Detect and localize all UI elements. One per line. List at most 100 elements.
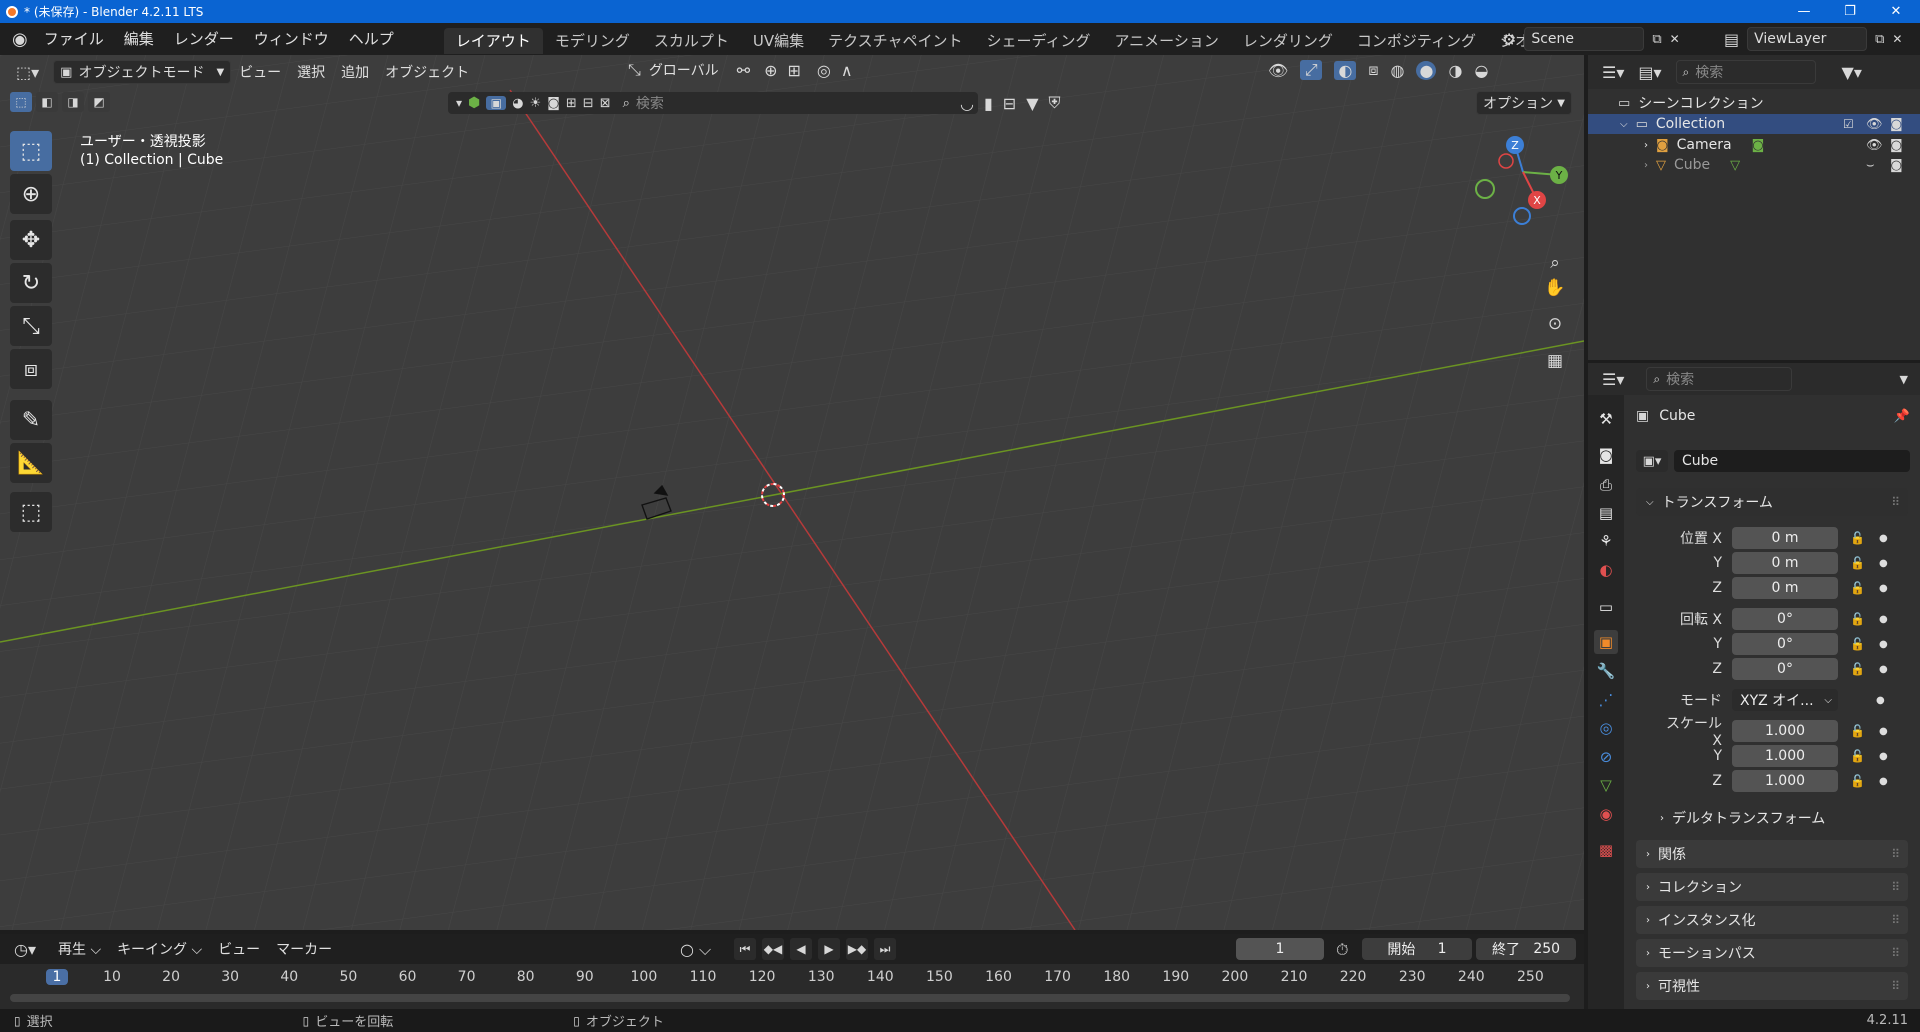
tab-shading[interactable]: シェーディング [975,28,1103,54]
particles-tab-icon[interactable]: ⋰ [1594,688,1618,712]
xray-toggle-icon[interactable]: ⧈ [1368,60,1378,80]
chevron-down-icon[interactable]: ▼ [1900,373,1908,386]
camera-render-icon[interactable]: ◙ [1890,117,1903,132]
data-tab-icon[interactable]: ▽ [1594,773,1618,797]
shield-icon[interactable]: ⛨ [1049,93,1061,113]
mesh-data-icon[interactable]: ▽ [1730,158,1740,173]
menu-object[interactable]: オブジェクト [377,62,477,82]
menu-add[interactable]: 追加 [333,62,377,82]
light-filter-icon[interactable]: ☀ [530,96,542,111]
tab-layout[interactable]: レイアウト [443,28,543,54]
chevron-down-icon[interactable]: ⌵ [1620,119,1628,130]
maximize-button[interactable]: ❐ [1827,0,1873,23]
lock-icon[interactable]: 🔓 [1850,612,1865,626]
keyframe-dot-icon[interactable]: ● [1879,726,1888,737]
menu-window[interactable]: ウィンドウ [244,23,339,55]
scene-collection-row[interactable]: ▭ シーンコレクション [1618,93,1764,113]
falloff-icon[interactable]: ∧ [841,61,853,80]
visibility-icon[interactable]: 👁 [1268,61,1288,80]
scale-tool[interactable]: ⤡ [10,306,52,346]
menu-timeline-view[interactable]: ビュー [210,939,268,959]
constraints-tab-icon[interactable]: ⊘ [1594,745,1618,769]
select-invert-icon[interactable]: ◩ [88,92,110,112]
outliner-row-camera[interactable]: › ◙ Camera ◙ 👁 ◙ [1588,135,1920,155]
keyframe-dot-icon[interactable]: ● [1879,614,1888,625]
camera-view-icon[interactable]: ⊙ [1542,311,1568,337]
chevron-down-icon[interactable]: ▾ [456,96,462,110]
editor-type-icon[interactable]: ⬚▾ [16,63,39,82]
rotate-tool[interactable]: ↻ [10,263,52,303]
lock-icon[interactable]: 🔓 [1850,531,1865,545]
menu-view[interactable]: ビュー [231,62,289,82]
viewport-search-input[interactable]: 検索 [636,93,664,113]
close-button[interactable]: ✕ [1873,0,1919,23]
lock-icon[interactable]: 🔓 [1850,749,1865,763]
properties-search-input[interactable]: ⌕ 検索 [1646,367,1793,391]
options-dropdown[interactable]: オプション ▼ [1476,91,1572,115]
camera-render-icon[interactable]: ◙ [1890,138,1903,153]
snap-icon[interactable]: ⊕ [764,61,777,80]
menu-playback[interactable]: 再生 ⌵ [50,939,109,959]
object-tab-icon[interactable]: ▣ [1594,630,1618,654]
object-browse-icon[interactable]: ▣▾ [1636,450,1668,472]
menu-keying[interactable]: キーイング ⌵ [109,939,210,959]
chevron-right-icon[interactable]: › [1644,160,1648,171]
lock-icon[interactable]: 🔓 [1850,724,1865,738]
motion-paths-panel-header[interactable]: › モーションパス ⠿ [1636,939,1908,967]
zoom-icon[interactable]: ⌕ [1542,250,1568,276]
scene-tab-icon[interactable]: ⚘ [1594,529,1618,553]
modifier-tab-icon[interactable]: 🔧 [1594,659,1618,683]
move-tool[interactable]: ✥ [10,220,52,260]
start-frame-field[interactable]: 開始 1 [1362,938,1472,960]
checkbox-icon[interactable]: ☑ [1843,117,1854,131]
jump-start-icon[interactable]: ⏮ [734,938,756,960]
view-layer-icon[interactable]: ▤ [1724,30,1739,49]
instancing-panel-header[interactable]: › インスタンス化 ⠿ [1636,906,1908,934]
keyframe-dot-icon[interactable]: ● [1879,558,1888,569]
render-tab-icon[interactable]: ◙ [1594,443,1618,467]
properties-editor-type-icon[interactable]: ☰▾ [1602,370,1624,389]
rotation-mode-dropdown[interactable]: XYZ オイ... ⌵ [1732,689,1838,711]
blender-menu-icon[interactable]: ◉ [12,29,28,50]
chevron-right-icon[interactable]: › [1644,140,1648,151]
gpencil-filter-icon[interactable]: ⊠ [600,96,611,111]
texture-tab-icon[interactable]: ▩ [1594,838,1618,862]
eye-icon[interactable]: 👁 [1866,138,1883,153]
display-filter-icon[interactable]: ⊟ [1003,94,1016,113]
timeline-scrollbar[interactable] [10,994,1570,1002]
visibility-panel-header[interactable]: › 可視性 ⠿ [1636,972,1908,1000]
3d-viewport[interactable] [0,55,1584,930]
tool-tab-icon[interactable]: ⚒ [1594,407,1618,431]
scale-y-field[interactable]: 1.000 [1732,745,1838,767]
play-reverse-icon[interactable]: ◀ [790,938,812,960]
outliner-row-cube[interactable]: › ▽ Cube ▽ ⌣ ◙ [1588,155,1920,175]
selectable-filter-icon[interactable]: ▣ [486,96,507,110]
overlay-toggle-icon[interactable]: ◐ [1334,60,1357,80]
annotate-tool[interactable]: ✎ [10,400,52,440]
play-icon[interactable]: ▶ [818,938,840,960]
filter-icon[interactable]: ▼▾ [1842,63,1862,82]
object-type-icon[interactable]: ⬢ [468,95,480,111]
tab-animation[interactable]: アニメーション [1102,28,1230,54]
drag-handle-icon[interactable]: ⠿ [1891,946,1900,960]
keyframe-dot-icon[interactable]: ● [1879,776,1888,787]
lock-icon[interactable]: 🔓 [1850,581,1865,595]
auto-keying-icon[interactable]: ○ ⌵ [680,940,711,960]
scene-selector[interactable]: Scene [1524,27,1645,51]
menu-help[interactable]: ヘルプ [339,23,404,55]
outliner-editor-type-icon[interactable]: ☰▾ [1602,63,1624,82]
menu-file[interactable]: ファイル [34,23,114,55]
drag-handle-icon[interactable]: ⠿ [1891,913,1900,927]
select-extend-icon[interactable]: ◧ [36,92,58,112]
relations-panel-header[interactable]: › 関係 ⠿ [1636,840,1908,868]
cursor-tool[interactable]: ⊕ [10,174,52,214]
outliner-search-input[interactable]: ⌕ 検索 [1675,60,1816,84]
pan-hand-icon[interactable]: ✋ [1542,275,1568,301]
menu-edit[interactable]: 編集 [114,23,164,55]
stopwatch-icon[interactable]: ⏱ [1336,940,1348,960]
menu-select[interactable]: 選択 [289,62,333,82]
select-new-icon[interactable]: ⬚ [10,92,32,112]
location-z-field[interactable]: 0 m [1732,577,1838,599]
world-tab-icon[interactable]: ◐ [1594,558,1618,582]
add-cube-tool[interactable]: ⬚ [10,492,52,532]
